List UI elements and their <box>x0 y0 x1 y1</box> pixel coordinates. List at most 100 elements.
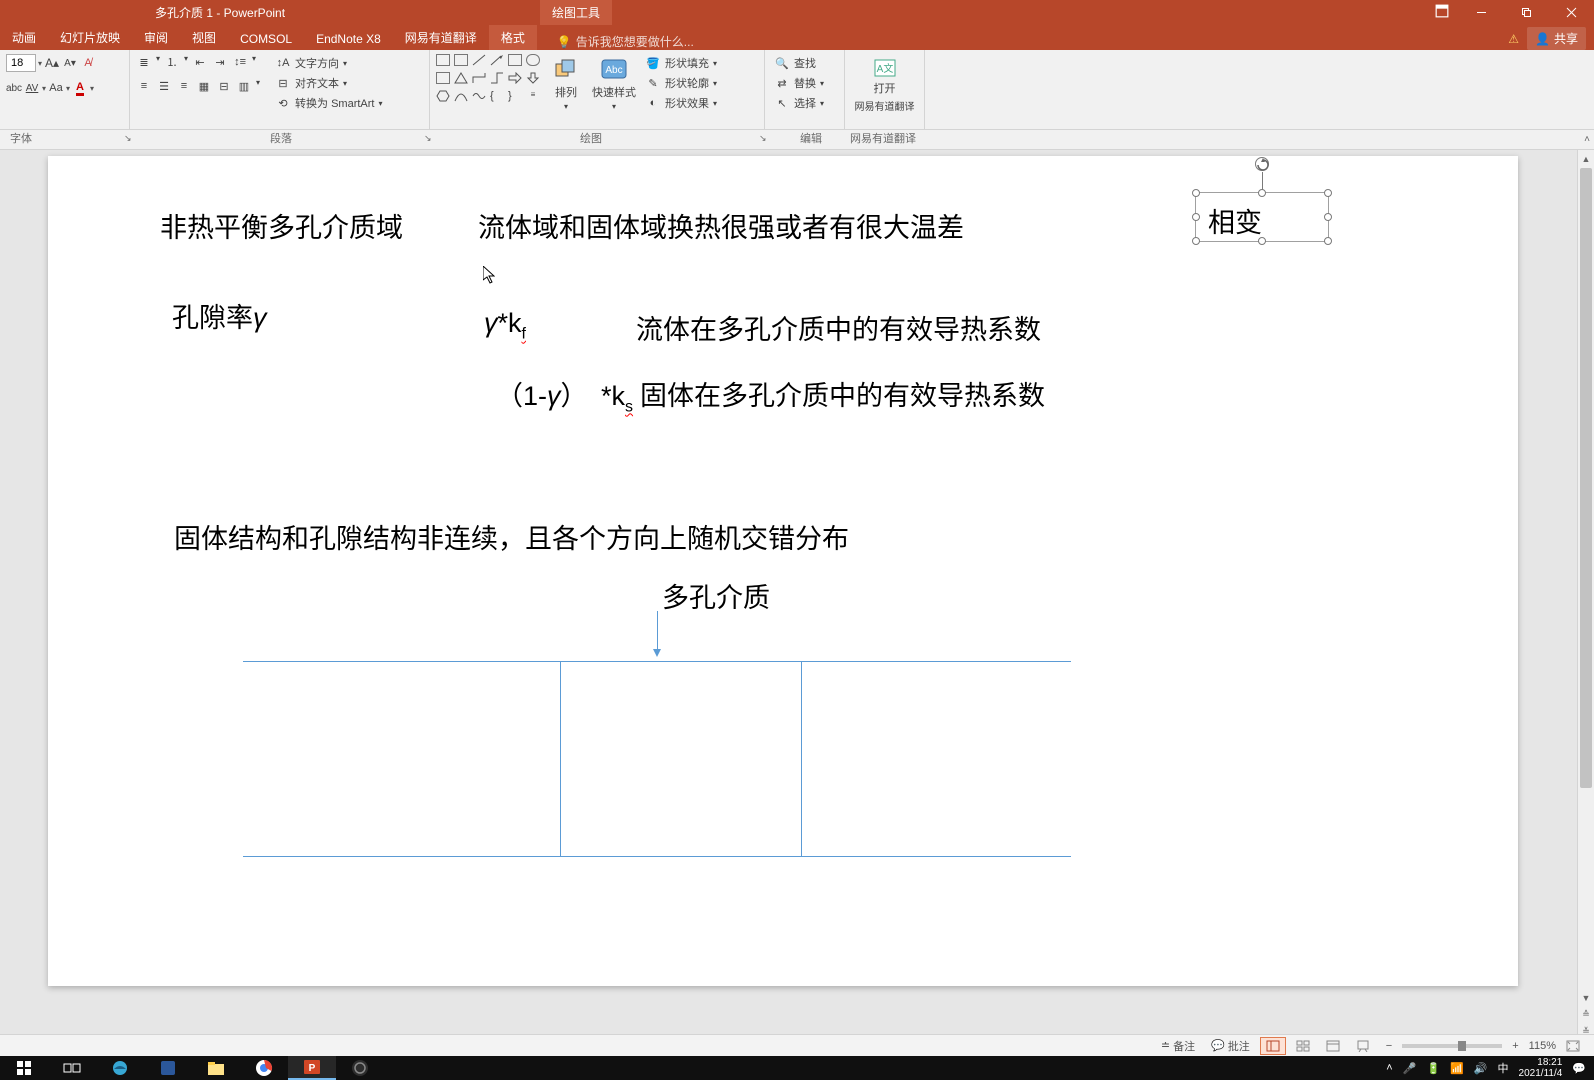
maximize-button[interactable] <box>1504 0 1549 25</box>
resize-handle-n[interactable] <box>1258 189 1266 197</box>
shape-textbox-icon[interactable] <box>436 54 450 66</box>
align-text-button[interactable]: ⊟对齐文本 ▾ <box>272 74 385 92</box>
shape-connector2-icon[interactable] <box>490 72 504 84</box>
line-spacing-icon[interactable]: ↕≡ <box>232 54 248 70</box>
shape-arrow-line-icon[interactable] <box>490 54 504 66</box>
open-youdao-button[interactable]: A文 打开 网易有道翻译 <box>851 54 918 113</box>
shape-wave-icon[interactable] <box>472 90 486 102</box>
quick-styles-button[interactable]: Abc 快速样式 ▾ <box>590 54 638 111</box>
comments-button[interactable]: 💬批注 <box>1205 1038 1256 1054</box>
share-button[interactable]: 👤 共享 <box>1527 27 1586 50</box>
resize-handle-ne[interactable] <box>1324 189 1332 197</box>
shapes-gallery[interactable]: { } ≡ <box>436 54 542 106</box>
tab-view[interactable]: 视图 <box>180 25 228 50</box>
collapse-ribbon-icon[interactable]: ˄ <box>1584 134 1590 145</box>
taskbar-app-generic[interactable] <box>144 1056 192 1080</box>
reading-view-button[interactable] <box>1320 1037 1346 1055</box>
tab-format[interactable]: 格式 <box>489 25 537 50</box>
text-solid-effective-conductivity[interactable]: 固体在多孔介质中的有效导热系数 <box>640 374 1045 413</box>
dropdown-caret-icon[interactable]: ▾ <box>90 84 94 93</box>
shape-connector-icon[interactable] <box>472 72 486 84</box>
resize-handle-w[interactable] <box>1192 213 1200 221</box>
shape-hexagon-icon[interactable] <box>436 90 450 102</box>
decrease-indent-icon[interactable]: ⇤ <box>192 54 208 70</box>
resize-handle-nw[interactable] <box>1192 189 1200 197</box>
fit-to-window-button[interactable] <box>1560 1037 1586 1055</box>
tab-comsol[interactable]: COMSOL <box>228 28 304 50</box>
zoom-level[interactable]: 115% <box>1529 1040 1556 1052</box>
align-center-icon[interactable]: ☰ <box>156 78 172 94</box>
vertical-scrollbar[interactable]: ▲ ▼ ≙ ≚ <box>1577 150 1594 1040</box>
justify-icon[interactable]: ▦ <box>196 78 212 94</box>
shape-rect-icon[interactable] <box>508 54 522 66</box>
find-button[interactable]: 🔍查找 <box>771 54 827 72</box>
align-left-icon[interactable]: ≡ <box>136 78 152 94</box>
shape-textbox-vert-icon[interactable] <box>454 54 468 66</box>
dropdown-caret-icon[interactable]: ▾ <box>156 54 160 70</box>
scrollbar-thumb[interactable] <box>1580 168 1592 788</box>
text-non-thermal-equilibrium[interactable]: 非热平衡多孔介质域 <box>160 206 403 245</box>
warning-icon[interactable]: ⚠ <box>1508 32 1519 46</box>
replace-button[interactable]: ⇄替换 ▾ <box>771 74 827 92</box>
microphone-icon[interactable]: 🎤 <box>1403 1062 1417 1075</box>
shape-outline-button[interactable]: ✎形状轮廓 ▾ <box>642 74 720 92</box>
previous-slide-icon[interactable]: ≙ <box>1578 1006 1594 1023</box>
select-button[interactable]: ↖选择 ▾ <box>771 94 827 112</box>
shape-triangle-icon[interactable] <box>454 72 468 84</box>
taskbar-chrome[interactable] <box>240 1056 288 1080</box>
shape-arrow-right-icon[interactable] <box>508 72 522 84</box>
ribbon-display-options-icon[interactable] <box>1435 4 1449 21</box>
tab-review[interactable]: 审阅 <box>132 25 180 50</box>
close-button[interactable] <box>1549 0 1594 25</box>
character-spacing-icon[interactable]: AV <box>24 80 40 96</box>
zoom-out-button[interactable]: − <box>1380 1040 1398 1052</box>
taskbar-clock[interactable]: 18:21 2021/11/4 <box>1519 1057 1563 1079</box>
equation-solid-conductivity[interactable]: （1-γ） *ks <box>496 374 633 416</box>
text-porous-media-label[interactable]: 多孔介质 <box>662 576 770 615</box>
battery-icon[interactable]: 🔋 <box>1426 1062 1440 1075</box>
slide-workspace[interactable]: 非热平衡多孔介质域 流体域和固体域换热很强或者有很大温差 相变 孔隙率γ γ*k… <box>0 150 1594 1040</box>
dropdown-caret-icon[interactable]: ▾ <box>256 78 260 94</box>
shape-fill-button[interactable]: 🪣形状填充 ▾ <box>642 54 720 72</box>
taskbar-powerpoint[interactable]: P <box>288 1056 336 1080</box>
shapes-more-icon[interactable]: ≡ <box>526 90 540 102</box>
shape-effects-button[interactable]: ◐形状效果 ▾ <box>642 94 720 112</box>
slideshow-view-button[interactable] <box>1350 1037 1376 1055</box>
dialog-launcher-icon[interactable]: ↘ <box>759 133 767 144</box>
action-center-icon[interactable]: 💬 <box>1572 1062 1586 1075</box>
increase-font-icon[interactable]: A▴ <box>44 55 60 71</box>
shape-arc-icon[interactable] <box>454 90 468 102</box>
shape-arrow-down-icon[interactable] <box>526 72 540 84</box>
dropdown-caret-icon[interactable]: ▾ <box>66 84 70 93</box>
taskbar-obs[interactable] <box>336 1056 384 1080</box>
minimize-button[interactable] <box>1459 0 1504 25</box>
increase-indent-icon[interactable]: ⇥ <box>212 54 228 70</box>
shape-rect2-icon[interactable] <box>436 72 450 84</box>
arrange-button[interactable]: 排列 ▾ <box>546 54 586 111</box>
text-direction-button[interactable]: ↕A文字方向 ▾ <box>272 54 385 72</box>
start-button[interactable] <box>0 1056 48 1080</box>
tab-endnote[interactable]: EndNote X8 <box>304 28 393 50</box>
slide-canvas[interactable]: 非热平衡多孔介质域 流体域和固体域换热很强或者有很大温差 相变 孔隙率γ γ*k… <box>48 156 1518 986</box>
font-size-input[interactable] <box>6 54 36 72</box>
taskbar-edge[interactable] <box>96 1056 144 1080</box>
tell-me-search[interactable]: 💡 告诉我您想要做什么... <box>557 33 694 50</box>
resize-handle-e[interactable] <box>1324 213 1332 221</box>
decrease-font-icon[interactable]: A▾ <box>62 55 78 71</box>
tab-animation[interactable]: 动画 <box>0 25 48 50</box>
align-right-icon[interactable]: ≡ <box>176 78 192 94</box>
ime-indicator[interactable]: 中 <box>1498 1060 1509 1076</box>
clear-formatting-icon[interactable]: A̸ <box>80 55 96 71</box>
diagram-arrow-head-icon[interactable] <box>653 649 661 657</box>
normal-view-button[interactable] <box>1260 1037 1286 1055</box>
zoom-in-button[interactable]: + <box>1506 1040 1524 1052</box>
notes-button[interactable]: ≐备注 <box>1155 1038 1201 1054</box>
change-case-icon[interactable]: Aa <box>48 80 64 96</box>
shape-brace-right-icon[interactable]: } <box>508 90 522 102</box>
convert-to-smartart-button[interactable]: ⟲转换为 SmartArt ▾ <box>272 94 385 112</box>
tray-expand-icon[interactable]: ˄ <box>1386 1062 1392 1074</box>
dialog-launcher-icon[interactable]: ↘ <box>124 133 132 144</box>
dropdown-caret-icon[interactable]: ▾ <box>38 59 42 68</box>
columns-icon[interactable]: ▥ <box>236 78 252 94</box>
selected-textbox[interactable]: 相变 <box>1195 192 1329 242</box>
